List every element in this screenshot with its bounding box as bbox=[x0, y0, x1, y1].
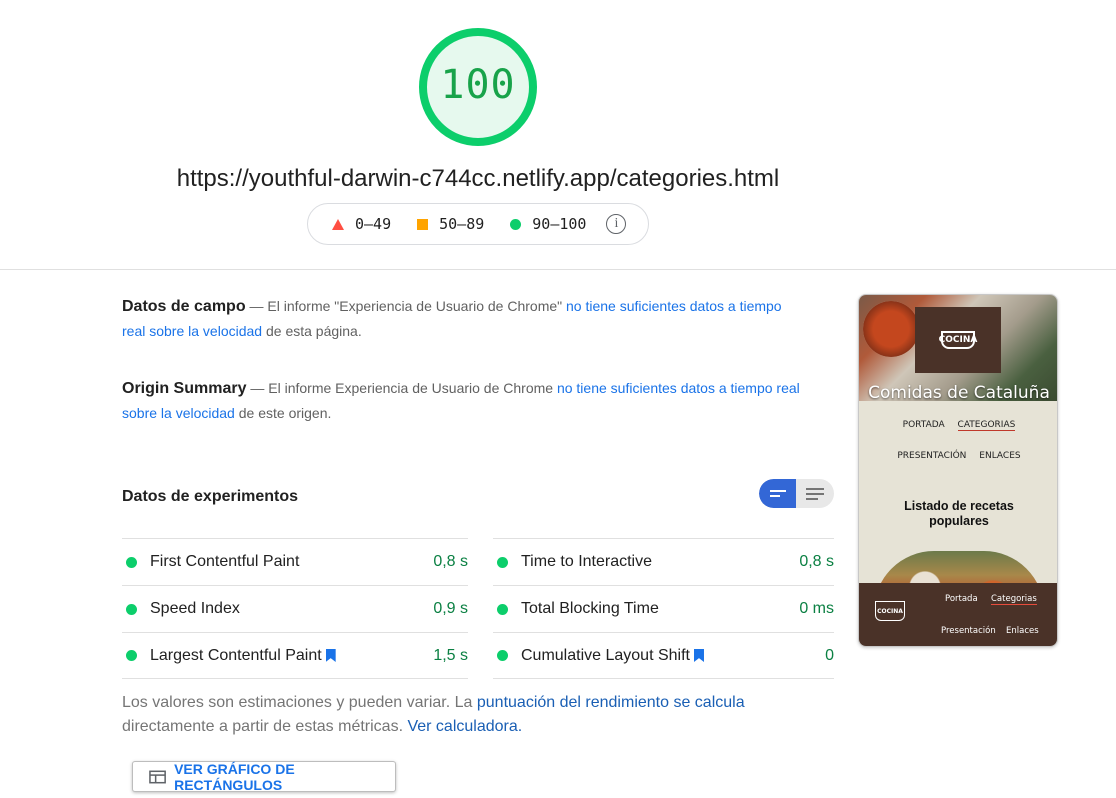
score-calculation-link[interactable]: puntuación del rendimiento se calcula bbox=[477, 694, 745, 711]
score-legend: 0–49 50–89 90–100 i bbox=[307, 203, 649, 245]
pass-circle-icon bbox=[497, 650, 508, 661]
pass-circle-icon bbox=[126, 603, 137, 615]
metric-total-blocking-time: Total Blocking Time 0 ms bbox=[493, 585, 834, 632]
pass-circle-icon bbox=[497, 603, 508, 615]
thumbnail-nav-categorias: CATEGORIAS bbox=[957, 420, 1016, 431]
origin-summary-section: Origin Summary — El informe Experiencia … bbox=[122, 376, 802, 426]
cooking-pot-icon: COCINA bbox=[875, 601, 905, 621]
legend-average-label: 50–89 bbox=[439, 215, 485, 233]
thumbnail-nav-enlaces: ENLACES bbox=[979, 451, 1021, 461]
thumbnail-heading-line-1: Listado de recetas bbox=[904, 499, 1014, 513]
field-data-title: Datos de campo bbox=[122, 298, 246, 315]
bookmark-icon[interactable] bbox=[693, 649, 704, 662]
metric-label: Time to Interactive bbox=[521, 553, 653, 570]
metric-value: 0 bbox=[825, 646, 834, 664]
expanded-view-button[interactable] bbox=[796, 479, 833, 508]
thumbnail-footer-portada: Portada bbox=[945, 594, 978, 604]
metric-label: Largest Contentful Paint bbox=[150, 646, 322, 664]
score-header: 100 https://youthful-darwin-c744cc.netli… bbox=[0, 0, 1116, 270]
thumbnail-sauce-bowl bbox=[863, 301, 919, 357]
thumbnail-heading: Listado de recetas populares bbox=[859, 499, 1057, 529]
origin-summary-title: Origin Summary bbox=[122, 380, 247, 397]
metric-value: 0,8 s bbox=[433, 553, 468, 570]
metric-time-to-interactive: Time to Interactive 0,8 s bbox=[493, 538, 834, 585]
thumbnail-nav-row-1: PORTADA CATEGORIAS bbox=[859, 420, 1057, 431]
legend-pass: 90–100 bbox=[510, 215, 586, 233]
cooking-pot-icon: COCINA bbox=[939, 331, 977, 349]
legend-fail-label: 0–49 bbox=[355, 215, 392, 233]
treemap-button[interactable]: VER GRÁFICO DE RECTÁNGULOS bbox=[132, 760, 396, 793]
field-data-text-post: de esta página. bbox=[262, 323, 362, 339]
thumbnail-nav-portada: PORTADA bbox=[902, 420, 945, 430]
thumbnail-footer-enlaces: Enlaces bbox=[1006, 626, 1039, 636]
thumbnail-footer-categorias: Categorias bbox=[991, 594, 1037, 605]
legend-average: 50–89 bbox=[417, 215, 484, 233]
lab-data-title: Datos de experimentos bbox=[122, 488, 299, 505]
metric-cumulative-layout-shift: Cumulative Layout Shift 0 bbox=[493, 632, 834, 679]
metric-value: 0,9 s bbox=[433, 600, 468, 617]
note-text-mid: directamente a partir de estas métricas. bbox=[122, 718, 408, 735]
origin-summary-text-pre: — El informe Experiencia de Usuario de C… bbox=[246, 380, 557, 396]
thumbnail-heading-line-2: populares bbox=[929, 514, 989, 528]
thumbnail-logo: COCINA bbox=[915, 307, 1001, 373]
metric-value: 0,8 s bbox=[799, 553, 834, 570]
circle-icon bbox=[510, 218, 522, 230]
thumbnail-footer: COCINA Portada Categorias Presentación E… bbox=[859, 583, 1057, 646]
legend-pass-label: 90–100 bbox=[532, 215, 587, 233]
performance-score: 100 bbox=[440, 62, 516, 108]
note-text-pre: Los valores son estimaciones y pueden va… bbox=[122, 694, 477, 711]
metrics-grid: First Contentful Paint 0,8 s Time to Int… bbox=[122, 538, 834, 679]
metric-label: First Contentful Paint bbox=[150, 553, 300, 570]
field-data-text-pre: — El informe "Experiencia de Usuario de … bbox=[245, 298, 567, 314]
metric-value: 1,5 s bbox=[433, 646, 468, 664]
thumbnail-nav-row-2: PRESENTACIÓN ENLACES bbox=[859, 451, 1057, 461]
pass-circle-icon bbox=[497, 556, 508, 568]
metric-speed-index: Speed Index 0,9 s bbox=[122, 585, 468, 632]
metric-value: 0 ms bbox=[799, 600, 834, 617]
final-screenshot-thumbnail[interactable]: COCINA Comidas de Cataluña PORTADA CATEG… bbox=[858, 294, 1058, 647]
metric-largest-contentful-paint: Largest Contentful Paint 1,5 s bbox=[122, 632, 468, 679]
info-icon[interactable]: i bbox=[606, 214, 627, 234]
origin-summary-text-post: de este origen. bbox=[234, 405, 332, 421]
bookmark-icon[interactable] bbox=[325, 649, 336, 662]
metric-label: Cumulative Layout Shift bbox=[521, 646, 690, 664]
thumbnail-nav-presentacion: PRESENTACIÓN bbox=[897, 451, 967, 461]
audited-url: https://youthful-darwin-c744cc.netlify.a… bbox=[176, 165, 780, 192]
metric-first-contentful-paint: First Contentful Paint 0,8 s bbox=[122, 538, 468, 585]
triangle-icon bbox=[332, 218, 344, 230]
thumbnail-footer-presentacion: Presentación bbox=[941, 626, 996, 636]
legend-fail: 0–49 bbox=[332, 215, 391, 233]
square-icon bbox=[417, 218, 429, 230]
metric-label: Speed Index bbox=[150, 600, 240, 617]
treemap-button-label: VER GRÁFICO DE RECTÁNGULOS bbox=[174, 760, 295, 793]
calculator-link[interactable]: Ver calculadora. bbox=[407, 718, 522, 735]
thumbnail-hero-title: Comidas de Cataluña bbox=[868, 383, 1050, 403]
metric-label: Total Blocking Time bbox=[521, 600, 659, 617]
field-data-section: Datos de campo — El informe "Experiencia… bbox=[122, 294, 802, 344]
pass-circle-icon bbox=[126, 556, 137, 568]
treemap-icon bbox=[149, 770, 166, 783]
compact-view-button[interactable] bbox=[759, 479, 796, 508]
metrics-view-toggle[interactable] bbox=[759, 479, 834, 508]
estimation-note: Los valores son estimaciones y pueden va… bbox=[122, 691, 802, 739]
pass-circle-icon bbox=[126, 650, 137, 661]
